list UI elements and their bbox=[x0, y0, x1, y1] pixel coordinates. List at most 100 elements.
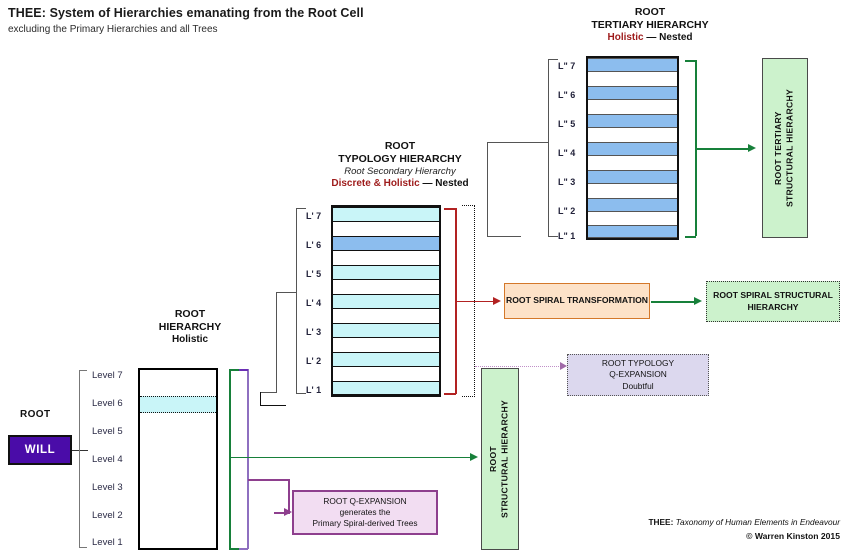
typology-red-bracket-bottom bbox=[444, 393, 456, 395]
root-typology-q-expansion-box: ROOT TYPOLOGY Q-EXPANSION Doubtful bbox=[567, 354, 709, 396]
root-structural-green-arrow-line bbox=[230, 457, 473, 458]
page-subtitle: excluding the Primary Hierarchies and al… bbox=[8, 24, 218, 35]
root-to-typology-connector-h-top bbox=[276, 292, 297, 293]
root-level-2: Level 2 bbox=[92, 510, 123, 521]
tertiary-level-1: L" 1 bbox=[558, 231, 576, 241]
typology-hierarchy-heading: ROOT TYPOLOGY HIERARCHY Root Secondary H… bbox=[305, 140, 495, 191]
root-qexpansion-arrowhead bbox=[284, 507, 292, 516]
typology-red-arrowhead bbox=[493, 296, 501, 305]
typology-red-arrow-line bbox=[456, 301, 496, 302]
typology-dotted-bracket-bottom bbox=[462, 396, 475, 397]
typology-level-7: L' 7 bbox=[306, 211, 322, 221]
typology-to-tertiary-connector-h-bottom bbox=[487, 236, 521, 237]
root-typology-q-expansion-label: ROOT TYPOLOGY Q-EXPANSION Doubtful bbox=[601, 357, 675, 391]
root-tertiary-structural-hierarchy-box: ROOT TERTIARY STRUCTURAL HIERARCHY bbox=[762, 58, 808, 238]
root-to-typology-connector-h-bottom bbox=[260, 392, 277, 393]
spiral-green-arrowhead bbox=[694, 296, 702, 305]
typology-bracket-bottom bbox=[296, 393, 306, 394]
root-level-3: Level 3 bbox=[92, 482, 123, 493]
root-heading-line1: ROOT bbox=[174, 308, 206, 320]
tertiary-green-arrow-line bbox=[696, 148, 751, 150]
tertiary-green-bracket-bottom bbox=[685, 236, 696, 238]
root-qexpansion-line-h1 bbox=[248, 479, 290, 481]
tertiary-green-bracket-top bbox=[685, 60, 696, 62]
root-q-expansion-box: ROOT Q-EXPANSION generates the Primary S… bbox=[292, 490, 438, 535]
typology-bracket-spine bbox=[296, 208, 297, 394]
typology-to-tertiary-connector-v bbox=[487, 142, 488, 237]
root-level-6: Level 6 bbox=[92, 398, 123, 409]
root-level-bracket-spine bbox=[79, 370, 80, 548]
typology-level-5: L' 5 bbox=[306, 269, 322, 279]
root-hierarchy-box bbox=[138, 368, 218, 550]
root-green-bracket-top bbox=[229, 369, 239, 371]
tertiary-level-2: L" 2 bbox=[558, 206, 576, 216]
diagram-canvas: THEE: System of Hierarchies emanating fr… bbox=[0, 0, 846, 552]
root-structural-hierarchy-box: ROOT STRUCTURAL HIERARCHY bbox=[481, 368, 519, 550]
typology-heading-line1: ROOT bbox=[384, 140, 416, 152]
spiral-green-arrow-line bbox=[651, 301, 697, 303]
root-level-1: Level 1 bbox=[92, 537, 123, 548]
typology-dotted-bracket-top bbox=[462, 205, 475, 206]
will-box: WILL bbox=[8, 435, 72, 465]
tertiary-level-6: L" 6 bbox=[558, 90, 576, 100]
root-spiral-transformation-label: ROOT SPIRAL TRANSFORMATION bbox=[506, 295, 648, 306]
root-purple-bracket-spine bbox=[247, 369, 249, 549]
footer-line2: © Warren Kinston 2015 bbox=[746, 531, 840, 541]
root-heading-line2: HIERARCHY bbox=[158, 321, 222, 334]
root-spiral-structural-hierarchy-box: ROOT SPIRAL STRUCTURAL HIERARCHY bbox=[706, 281, 840, 322]
footer-line1: THEE: Taxonomy of Human Elements in Ende… bbox=[596, 517, 840, 527]
root-structural-hierarchy-label: ROOT STRUCTURAL HIERARCHY bbox=[488, 399, 510, 519]
tertiary-heading-holistic: Holistic bbox=[607, 32, 644, 44]
root-to-typology-connector-h2 bbox=[260, 405, 286, 406]
root-purple-bracket-bottom bbox=[239, 548, 248, 550]
tertiary-heading-line1: ROOT bbox=[634, 6, 666, 18]
root-purple-bracket-top bbox=[239, 369, 248, 371]
root-hierarchy-heading: ROOT HIERARCHY Holistic bbox=[135, 308, 245, 347]
typology-red-bracket-top bbox=[444, 208, 456, 210]
root-heading-holistic: Holistic bbox=[171, 334, 209, 346]
root-tertiary-structural-hierarchy-label: ROOT TERTIARY STRUCTURAL HIERARCHY bbox=[773, 88, 795, 208]
root-level-5: Level 5 bbox=[92, 426, 123, 437]
typology-bracket-top bbox=[296, 208, 306, 209]
root-level-bracket-bottom bbox=[79, 547, 87, 548]
root-label: ROOT bbox=[20, 409, 51, 420]
tertiary-bracket-top bbox=[548, 59, 558, 60]
tertiary-hierarchy-stack bbox=[586, 56, 679, 240]
typology-heading-discrete-holistic: Discrete & Holistic bbox=[331, 178, 420, 190]
root-spiral-structural-hierarchy-label: ROOT SPIRAL STRUCTURAL HIERARCHY bbox=[713, 289, 833, 312]
root-level-7: Level 7 bbox=[92, 370, 123, 381]
typology-level-4: L' 4 bbox=[306, 298, 322, 308]
typology-qexpansion-dotted-line bbox=[475, 366, 563, 367]
typology-hierarchy-stack bbox=[331, 205, 441, 397]
page-title: THEE: System of Hierarchies emanating fr… bbox=[8, 6, 364, 20]
typology-level-3: L' 3 bbox=[306, 327, 322, 337]
tertiary-green-arrowhead bbox=[748, 143, 756, 152]
will-connector-line bbox=[72, 450, 88, 451]
root-green-bracket-spine bbox=[229, 369, 231, 549]
root-hierarchy-level6-band bbox=[140, 396, 216, 413]
tertiary-heading-nested: — Nested bbox=[643, 32, 693, 44]
tertiary-level-3: L" 3 bbox=[558, 177, 576, 187]
typology-heading-line3: Root Secondary Hierarchy bbox=[344, 166, 456, 178]
tertiary-level-4: L" 4 bbox=[558, 148, 576, 158]
footer-thee-bold: THEE: bbox=[648, 517, 674, 527]
root-to-typology-connector-v bbox=[276, 292, 277, 392]
footer-thee-italic: Taxonomy of Human Elements in Endeavour bbox=[673, 517, 840, 527]
will-label: WILL bbox=[24, 444, 56, 456]
typology-level-2: L' 2 bbox=[306, 356, 322, 366]
tertiary-bracket-bottom bbox=[548, 236, 558, 237]
tertiary-heading-line2: TERTIARY HIERARCHY bbox=[591, 19, 709, 32]
typology-level-1: L' 1 bbox=[306, 385, 322, 395]
root-q-expansion-label: ROOT Q-EXPANSION generates the Primary S… bbox=[312, 495, 418, 529]
typology-to-tertiary-connector-h-top bbox=[487, 142, 548, 143]
tertiary-hierarchy-heading: ROOT TERTIARY HIERARCHY Holistic — Neste… bbox=[560, 6, 740, 45]
tertiary-level-7: L" 7 bbox=[558, 61, 576, 71]
typology-dotted-bracket-spine bbox=[474, 205, 475, 397]
tertiary-level-5: L" 5 bbox=[558, 119, 576, 129]
root-level-4: Level 4 bbox=[92, 454, 123, 465]
root-structural-green-arrowhead bbox=[470, 452, 478, 461]
typology-heading-nested: — Nested bbox=[419, 178, 469, 190]
tertiary-bracket-spine bbox=[548, 59, 549, 237]
root-to-typology-connector-v2 bbox=[260, 392, 261, 406]
typology-heading-line2: TYPOLOGY HIERARCHY bbox=[338, 153, 462, 166]
